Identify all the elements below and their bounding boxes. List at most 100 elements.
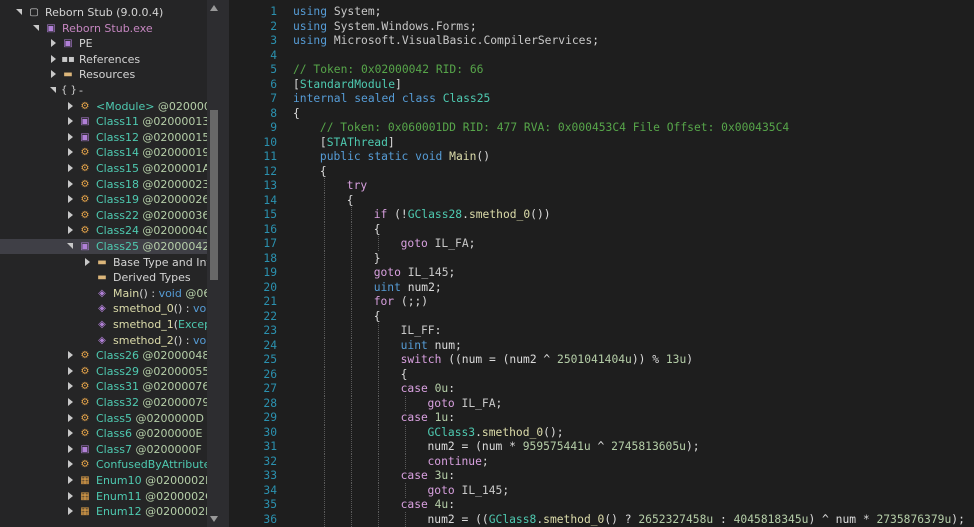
collapsed-arrow-icon[interactable] (67, 117, 75, 126)
collapsed-arrow-icon[interactable] (67, 413, 75, 423)
code-line[interactable]: 6 [StandardModule] (229, 77, 974, 92)
collapsed-arrow-icon[interactable] (67, 491, 75, 501)
code-line[interactable]: 34 goto IL_145; (229, 482, 974, 498)
tree-node[interactable]: ⚙ ConfusedByAttribute @02 (0, 457, 207, 472)
code-line[interactable]: 20 uint num2; (229, 279, 974, 295)
collapsed-arrow-icon[interactable] (50, 39, 58, 48)
collapsed-arrow-icon[interactable] (67, 398, 75, 407)
collapsed-arrow-icon[interactable] (67, 132, 75, 142)
code-editor[interactable]: 1 using System; 2 using System.Windows.Form… (229, 0, 974, 527)
collapsed-arrow-icon[interactable] (67, 101, 75, 111)
collapsed-arrow-icon[interactable] (67, 164, 75, 173)
expanded-arrow-icon[interactable] (33, 24, 41, 33)
code-line[interactable]: 16 { (229, 221, 974, 237)
collapsed-arrow-icon[interactable] (67, 429, 75, 438)
tree-node[interactable]: ▬ Base Type and Interfac (0, 255, 207, 270)
code-line[interactable]: 29 case 1u: (229, 410, 974, 425)
code-line[interactable]: 15 if (!GClass28.smethod_0()) (229, 207, 974, 222)
collapsed-arrow-icon[interactable] (67, 179, 75, 189)
code-line[interactable]: 28 goto IL_FA; (229, 395, 974, 411)
tree-node[interactable]: ⚙ Class26 @02000048 (0, 348, 207, 363)
code-line[interactable]: 18} (229, 250, 974, 266)
tree-node[interactable]: ◈ smethod_2() : void @0 (0, 333, 207, 348)
code-line[interactable]: 4 (229, 48, 974, 63)
code-line[interactable]: 9 // Token: 0x060001DD RID: 477 RVA: 0x00… (229, 120, 974, 135)
tree-node[interactable]: ▪▪ References (0, 52, 207, 67)
expanded-arrow-icon[interactable] (50, 86, 58, 95)
code-line[interactable]: 33 case 3u: (229, 468, 974, 483)
code-line[interactable]: 3 using Microsoft.VisualBasic.CompilerSer… (229, 33, 974, 48)
code-line[interactable]: 10 [STAThread] (229, 135, 974, 150)
collapsed-arrow-icon[interactable] (67, 444, 75, 454)
code-line[interactable]: 13 try (229, 178, 974, 193)
code-line[interactable]: 2 using System.Windows.Forms; (229, 19, 974, 34)
tree-node[interactable]: ⚙ <Module> @02000001 (0, 99, 207, 114)
collapsed-arrow-icon[interactable] (50, 54, 58, 64)
tree-node[interactable]: ⚙ Class32 @02000079 (0, 395, 207, 410)
tree-node[interactable]: ⚙ Class19 @02000026 (0, 192, 207, 207)
code-line[interactable]: 32 continue; (229, 453, 974, 469)
collapsed-arrow-icon[interactable] (67, 210, 75, 220)
expanded-arrow-icon[interactable] (67, 242, 75, 251)
collapsed-arrow-icon[interactable] (67, 460, 75, 469)
tree-node[interactable]: ▣ Class11 @02000013 (0, 114, 207, 129)
collapsed-arrow-icon[interactable] (67, 507, 75, 516)
tree-node[interactable]: ◈ smethod_0() : void @0 (0, 301, 207, 316)
collapsed-arrow-icon[interactable] (67, 382, 75, 391)
scrollbar-thumb[interactable] (210, 110, 218, 280)
tree-node[interactable]: ▢ Reborn Stub (9.0.0.4) (0, 5, 207, 20)
tree-node[interactable]: ▬ Derived Types (0, 270, 207, 285)
tree-node[interactable]: ⚙ Class15 @0200001A (0, 161, 207, 176)
code-line[interactable]: 12 { (229, 164, 974, 179)
code-line[interactable]: 35 case 4u: (229, 497, 974, 512)
tree-node[interactable]: ◈ smethod_1(Exception) (0, 317, 207, 332)
code-line[interactable]: 17 goto IL_FA; (229, 236, 974, 251)
tree-node[interactable]: ⚙ Class29 @02000055 (0, 364, 207, 379)
code-line[interactable]: 36 num2 = ((GClass8.smethod_0() ? 2652327… (229, 511, 974, 527)
tree-node[interactable]: { } - (0, 83, 207, 98)
code-line[interactable]: 23 IL_FF: (229, 323, 974, 338)
code-line[interactable]: 21 for (;;) (229, 294, 974, 309)
collapsed-arrow-icon[interactable] (50, 70, 58, 79)
code-line[interactable]: 7 internal sealed class Class25 (229, 91, 974, 106)
panel-splitter[interactable] (221, 0, 229, 527)
collapsed-arrow-icon[interactable] (67, 226, 75, 235)
code-line[interactable]: 27 case 0u: (229, 381, 974, 396)
tree-node[interactable]: ▣ Class12 @02000015 (0, 130, 207, 145)
tree-node[interactable]: ▣ Class25 @02000042 (0, 239, 207, 254)
collapsed-arrow-icon[interactable] (67, 148, 75, 157)
tree-node[interactable]: ⚙ Class22 @02000036 (0, 208, 207, 223)
code-line[interactable]: 19 goto IL_145; (229, 265, 974, 280)
collapsed-arrow-icon[interactable] (67, 351, 75, 360)
tree-node[interactable]: ▣ PE (0, 36, 207, 51)
tree-node[interactable]: ⚙ Class18 @02000023 (0, 177, 207, 192)
code-line[interactable]: 5 // Token: 0x02000042 RID: 66 (229, 62, 974, 77)
tree-node[interactable]: ▦ Enum10 @0200002B (0, 473, 207, 488)
assembly-explorer-tree[interactable]: ▢ Reborn Stub (9.0.0.4) ▣ Reborn Stub.exe ▣ P… (0, 0, 207, 527)
expanded-arrow-icon[interactable] (16, 8, 24, 17)
tree-node[interactable]: ▦ Enum12 @0200002D (0, 504, 207, 519)
tree-node[interactable]: ◈ Main() : void @06000 (0, 286, 207, 301)
code-line[interactable]: 30 GClass3.smethod_0(); (229, 424, 974, 440)
code-line[interactable]: 22 { (229, 308, 974, 324)
code-line[interactable]: 31 num2 = (num * 959575441u ^ 2745813605u… (229, 439, 974, 454)
code-line[interactable]: 26 { (229, 366, 974, 382)
tree-node[interactable]: ▣ Reborn Stub.exe (0, 21, 207, 36)
tree-node[interactable]: ▣ Class7 @0200000F (0, 442, 207, 457)
tree-scrollbar[interactable] (207, 0, 221, 527)
code-line[interactable]: 1 using System; (229, 4, 974, 19)
code-line[interactable]: 14 { (229, 192, 974, 208)
collapsed-arrow-icon[interactable] (67, 195, 75, 204)
code-line[interactable]: 8{ (229, 106, 974, 121)
tree-node[interactable]: ⚙ Class6 @0200000E (0, 426, 207, 441)
tree-node[interactable]: ⚙ Class24 @02000040 (0, 223, 207, 238)
collapsed-arrow-icon[interactable] (67, 476, 75, 485)
collapsed-arrow-icon[interactable] (84, 257, 92, 267)
tree-node[interactable]: ⚙ Class5 @0200000D (0, 411, 207, 426)
code-line[interactable]: 11 public static void Main() (229, 149, 974, 164)
code-line[interactable]: 24 uint num; (229, 337, 974, 353)
tree-node[interactable]: ▦ Enum11 @0200002C (0, 489, 207, 504)
tree-node[interactable]: ▬ Resources (0, 67, 207, 82)
tree-node[interactable]: ⚙ Class14 @02000019 (0, 145, 207, 160)
code-line[interactable]: 25 switch ((num = (num2 ^ 2501041404u)) %… (229, 352, 974, 367)
